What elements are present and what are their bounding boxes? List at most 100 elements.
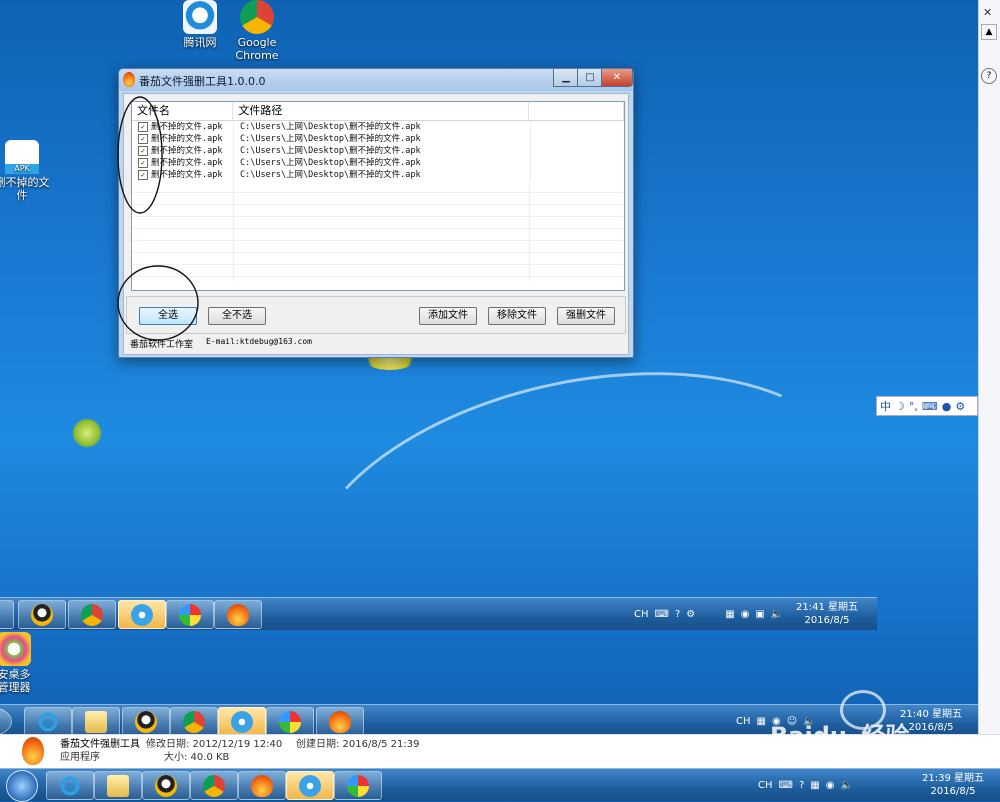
taskbar-flame-button[interactable]: [214, 600, 262, 629]
taskbar-paint-button[interactable]: [166, 600, 214, 629]
wallpaper-glow: [274, 324, 892, 742]
desktop-icon-chrome[interactable]: Google Chrome: [221, 0, 293, 62]
clock-time: 21:39 星期五: [922, 773, 984, 784]
taskbar-qq-button[interactable]: [218, 707, 266, 736]
taskbar-qq-game-button[interactable]: [18, 600, 66, 629]
row-checkbox[interactable]: ✓: [138, 170, 148, 180]
filename-cell: ✓ 删不掉的文件.apk: [132, 145, 234, 157]
close-button[interactable]: ✕: [601, 69, 633, 87]
language-indicator[interactable]: CH: [758, 780, 773, 791]
security-icon[interactable]: ◉: [741, 609, 750, 620]
android-manager-icon: [0, 632, 31, 666]
language-indicator[interactable]: CH: [736, 716, 751, 727]
keyboard-icon[interactable]: ⌨: [655, 609, 669, 620]
settings-icon[interactable]: ⚙: [686, 609, 695, 620]
row-checkbox[interactable]: ✓: [138, 146, 148, 156]
taskbar-explorer-button[interactable]: [94, 771, 142, 800]
taskbar-flame-button[interactable]: [238, 771, 286, 800]
language-indicator[interactable]: CH: [634, 609, 649, 620]
network-icon[interactable]: ▦: [757, 716, 766, 727]
qq-icon: [231, 710, 253, 733]
taskbar-explorer-button[interactable]: [72, 707, 120, 736]
flame-app-icon: [123, 72, 135, 87]
help-icon[interactable]: ?: [799, 780, 804, 791]
table-row[interactable]: ✓ 删不掉的文件.apk C:\Users\上网\Desktop\删不掉的文件.ap…: [132, 145, 624, 157]
taskbar-chrome-button[interactable]: [68, 600, 116, 629]
taskbar-qq-game-button[interactable]: [142, 771, 190, 800]
desktop-icon-apk-file[interactable]: APK 删不掉的文 件: [0, 140, 58, 202]
gear-icon[interactable]: ⚙: [955, 400, 965, 413]
volume-icon[interactable]: 🔈: [840, 780, 852, 791]
file-list-header: 文件名 文件路径: [132, 102, 624, 121]
filename-text: 删不掉的文件.apk: [151, 134, 223, 144]
row-checkbox[interactable]: ✓: [138, 122, 148, 132]
taskbar-paint-button[interactable]: [334, 771, 382, 800]
start-button[interactable]: [6, 770, 38, 802]
taskbar-chrome-button[interactable]: [190, 771, 238, 800]
add-file-button[interactable]: 添加文件: [419, 307, 477, 325]
qq-icon: [299, 774, 321, 797]
table-row[interactable]: ✓ 删不掉的文件.apk C:\Users\上网\Desktop\删不掉的文件.ap…: [132, 133, 624, 145]
force-delete-button[interactable]: 强删文件: [557, 307, 615, 325]
taskbar-flame-button[interactable]: [316, 707, 364, 736]
table-row[interactable]: ✓ 删不掉的文件.apk C:\Users\上网\Desktop\删不掉的文件.ap…: [132, 157, 624, 169]
select-none-button[interactable]: 全不选: [208, 307, 266, 325]
taskbar-qq-button[interactable]: [118, 600, 166, 629]
ie-icon: e: [59, 774, 81, 797]
keyboard-icon[interactable]: ⌨: [779, 780, 793, 791]
row-checkbox[interactable]: ✓: [138, 134, 148, 144]
ime-mode[interactable]: 中: [880, 398, 891, 414]
watermark-url: jingyan.baidu.com: [850, 750, 943, 761]
taskbar-ie-button[interactable]: e: [24, 707, 72, 736]
desktop-icon-label-2: 管理器: [0, 681, 31, 694]
maximize-button[interactable]: □: [577, 69, 603, 87]
filename-cell: ✓ 删不掉的文件.apk: [132, 169, 234, 181]
taskbar-chrome-button[interactable]: [170, 707, 218, 736]
column-filename[interactable]: 文件名: [132, 102, 234, 120]
taskbar-paint-button[interactable]: [266, 707, 314, 736]
taskbar-3: e CH ⌨ ? ▦ ◉ 🔈 21:39 星期五 2016/8/5: [0, 768, 1000, 802]
taskbar-ie-button[interactable]: e: [46, 771, 94, 800]
taskbar-start-partial[interactable]: [0, 707, 12, 736]
network-icon[interactable]: ▦: [810, 780, 819, 791]
select-all-button[interactable]: 全选: [139, 307, 197, 325]
row-checkbox[interactable]: ✓: [138, 158, 148, 168]
punctuation-icon[interactable]: °,: [909, 400, 918, 413]
volume-icon[interactable]: 🔈: [771, 609, 783, 620]
ie-icon: e: [37, 710, 59, 733]
scroll-up-icon[interactable]: ▲: [981, 24, 997, 40]
desktop-icon-label-2: Chrome: [235, 49, 279, 62]
desktop-icon-android-manager[interactable]: 安桌多 管理器: [0, 632, 50, 694]
taskbar-partial-button[interactable]: [0, 600, 14, 629]
file-size: 大小: 40.0 KB: [164, 752, 230, 763]
watermark-product: 经验: [861, 722, 910, 750]
file-list[interactable]: 文件名 文件路径 ✓ 删不掉的文件.apk C:\Users\上网\Desktop\…: [131, 101, 625, 291]
column-filepath[interactable]: 文件路径: [233, 102, 529, 120]
moon-icon[interactable]: ☽: [895, 400, 905, 413]
filename-text: 删不掉的文件.apk: [151, 170, 223, 180]
clock-3[interactable]: 21:39 星期五 2016/8/5: [922, 772, 984, 798]
force-delete-window[interactable]: 番茄文件强删工具1.0.0.0 ▁ □ ✕ 文件名 文件路径 ✓ 删不掉的文件.a…: [118, 68, 634, 358]
security-icon[interactable]: ◉: [826, 780, 835, 791]
chrome-icon: [81, 603, 103, 626]
monitor-icon[interactable]: ▣: [755, 609, 764, 620]
taskbar-qq-game-button[interactable]: [122, 707, 170, 736]
taskbar-qq-button[interactable]: [286, 771, 334, 800]
filename-text: 删不掉的文件.apk: [151, 146, 223, 156]
column-empty: [529, 102, 624, 120]
ime-toolbar[interactable]: 中 ☽ °, ⌨ ● ⚙: [876, 396, 978, 416]
mic-icon[interactable]: ●: [942, 400, 952, 413]
network-icon[interactable]: ▦: [725, 609, 734, 620]
filename-cell: ✓ 删不掉的文件.apk: [132, 121, 234, 133]
table-row[interactable]: ✓ 删不掉的文件.apk C:\Users\上网\Desktop\删不掉的文件.ap…: [132, 169, 624, 181]
keyboard-icon[interactable]: ⌨: [922, 400, 938, 413]
remove-file-button[interactable]: 移除文件: [488, 307, 546, 325]
clock-1[interactable]: 21:41 星期五 2016/8/5: [796, 601, 858, 627]
table-row[interactable]: ✓ 删不掉的文件.apk C:\Users\上网\Desktop\删不掉的文件.ap…: [132, 121, 624, 133]
help-icon[interactable]: ?: [675, 609, 680, 620]
minimize-button[interactable]: ▁: [553, 69, 579, 87]
window-title: 番茄文件强删工具1.0.0.0: [139, 75, 266, 88]
help-icon[interactable]: ?: [981, 68, 997, 84]
window-titlebar[interactable]: 番茄文件强删工具1.0.0.0 ▁ □ ✕: [119, 69, 633, 91]
close-icon[interactable]: ✕: [983, 6, 995, 19]
